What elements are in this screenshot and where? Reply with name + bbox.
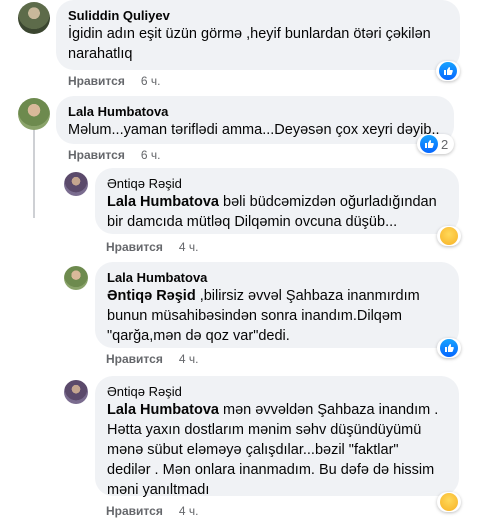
haha-icon [440, 493, 458, 511]
reaction-summary[interactable] [436, 61, 460, 81]
reply-time[interactable]: 4 ч. [179, 240, 199, 254]
reply-author[interactable]: Lala Humbatova [107, 270, 447, 286]
reply-text: mən əvvəldən Şahbaza inandım . [219, 402, 439, 418]
reply-text: ,bilirsiz əvvəl Şahbaza inanmırdım [195, 288, 420, 304]
like-icon [440, 339, 458, 357]
haha-icon [440, 227, 458, 245]
comment-text-line: narahatlıq [68, 46, 133, 62]
reply-text-line: Lala Humbatova mən əvvəldən Şahbaza inan… [107, 400, 447, 420]
reply-author[interactable]: Əntiqə Rəşid [107, 384, 447, 400]
avatar[interactable] [64, 380, 88, 404]
reply-text-line: Əntiqə Rəşid ,bilirsiz əvvəl Şahbaza ina… [107, 286, 447, 306]
reply-time[interactable]: 4 ч. [179, 504, 199, 518]
avatar[interactable] [64, 266, 88, 290]
reply-bubble: Əntiqə Rəşid Lala Humbatova mən əvvəldən… [95, 376, 459, 498]
comment: Lala Humbatova Məlum...yaman təriflədi a… [0, 96, 500, 166]
reaction-summary[interactable] [437, 338, 461, 358]
reply-text-line: dedilər . Mən onlara inanmadım. Bu dəfə … [107, 462, 435, 478]
like-button[interactable]: Нравится [106, 240, 163, 254]
comment: Suliddin Quliyev İgidin adın eşit üzün g… [0, 0, 500, 90]
reply-text-line: Lala Humbatova bəli büdcəmizdən oğurladı… [107, 192, 447, 212]
reply-text: bəli büdcəmizdən oğurladığından [219, 194, 437, 210]
avatar[interactable] [18, 98, 50, 130]
reply-bubble: Lala Humbatova Əntiqə Rəşid ,bilirsiz əv… [95, 262, 459, 348]
mention-link[interactable]: Əntiqə Rəşid [107, 288, 196, 304]
reply-actions: Нравится 4 ч. [106, 352, 198, 366]
like-button[interactable]: Нравится [68, 148, 125, 162]
reply-text-line: bunun müsahibəsindən sonra inandım.Dilqə… [107, 308, 403, 324]
reply-actions: Нравится 4 ч. [106, 240, 198, 254]
like-button[interactable]: Нравится [106, 504, 163, 518]
reply: Lala Humbatova Əntiqə Rəşid ,bilirsiz əv… [0, 262, 500, 372]
reaction-summary[interactable]: 2 [417, 134, 455, 154]
comment-bubble: Suliddin Quliyev İgidin adın eşit üzün g… [56, 0, 460, 70]
reply: Əntiqə Rəşid Lala Humbatova bəli büdcəmi… [0, 166, 500, 256]
mention-link[interactable]: Lala Humbatova [107, 194, 219, 210]
reply-author[interactable]: Əntiqə Rəşid [107, 176, 447, 192]
reply-text-line: Hətta yaxın dostlarım mənim səhv düşündü… [107, 422, 422, 438]
like-button[interactable]: Нравится [68, 74, 125, 88]
reaction-summary[interactable] [437, 226, 461, 246]
avatar[interactable] [18, 2, 50, 34]
like-icon [439, 62, 457, 80]
comment-actions: Нравится 6 ч. [68, 148, 160, 162]
like-button[interactable]: Нравится [106, 352, 163, 366]
reply-text-line: mənə sübut eləməyə çalışdılar...bəzil "f… [107, 442, 399, 458]
reply-text-line: "qarğa,mən də qoz var"dedi. [107, 328, 290, 344]
reaction-summary[interactable] [437, 492, 461, 512]
comment-text-line: Məlum...yaman təriflədi amma...Deyəsən ç… [68, 122, 440, 138]
comment-time[interactable]: 6 ч. [141, 148, 161, 162]
comment-bubble: Lala Humbatova Məlum...yaman təriflədi a… [56, 96, 454, 144]
reply-actions: Нравится 4 ч. [106, 504, 198, 518]
mention-link[interactable]: Lala Humbatova [107, 402, 219, 418]
comment-author[interactable]: Lala Humbatova [68, 104, 442, 120]
like-icon [420, 135, 438, 153]
reply: Əntiqə Rəşid Lala Humbatova mən əvvəldən… [0, 376, 500, 518]
comment-time[interactable]: 6 ч. [141, 74, 161, 88]
comment-actions: Нравится 6 ч. [68, 74, 160, 88]
reply-bubble: Əntiqə Rəşid Lala Humbatova bəli büdcəmi… [95, 168, 459, 234]
reply-text-line: bir damcıda mütləq Dilqəmin ovcuna düşüb… [107, 214, 398, 230]
reply-text-line: məni yanıltmadı [107, 482, 210, 498]
comment-text-line: İgidin adın eşit üzün görmə ,heyif bunla… [68, 26, 431, 42]
reply-time[interactable]: 4 ч. [179, 352, 199, 366]
reaction-count: 2 [441, 136, 449, 152]
avatar[interactable] [64, 172, 88, 196]
comment-author[interactable]: Suliddin Quliyev [68, 8, 448, 24]
